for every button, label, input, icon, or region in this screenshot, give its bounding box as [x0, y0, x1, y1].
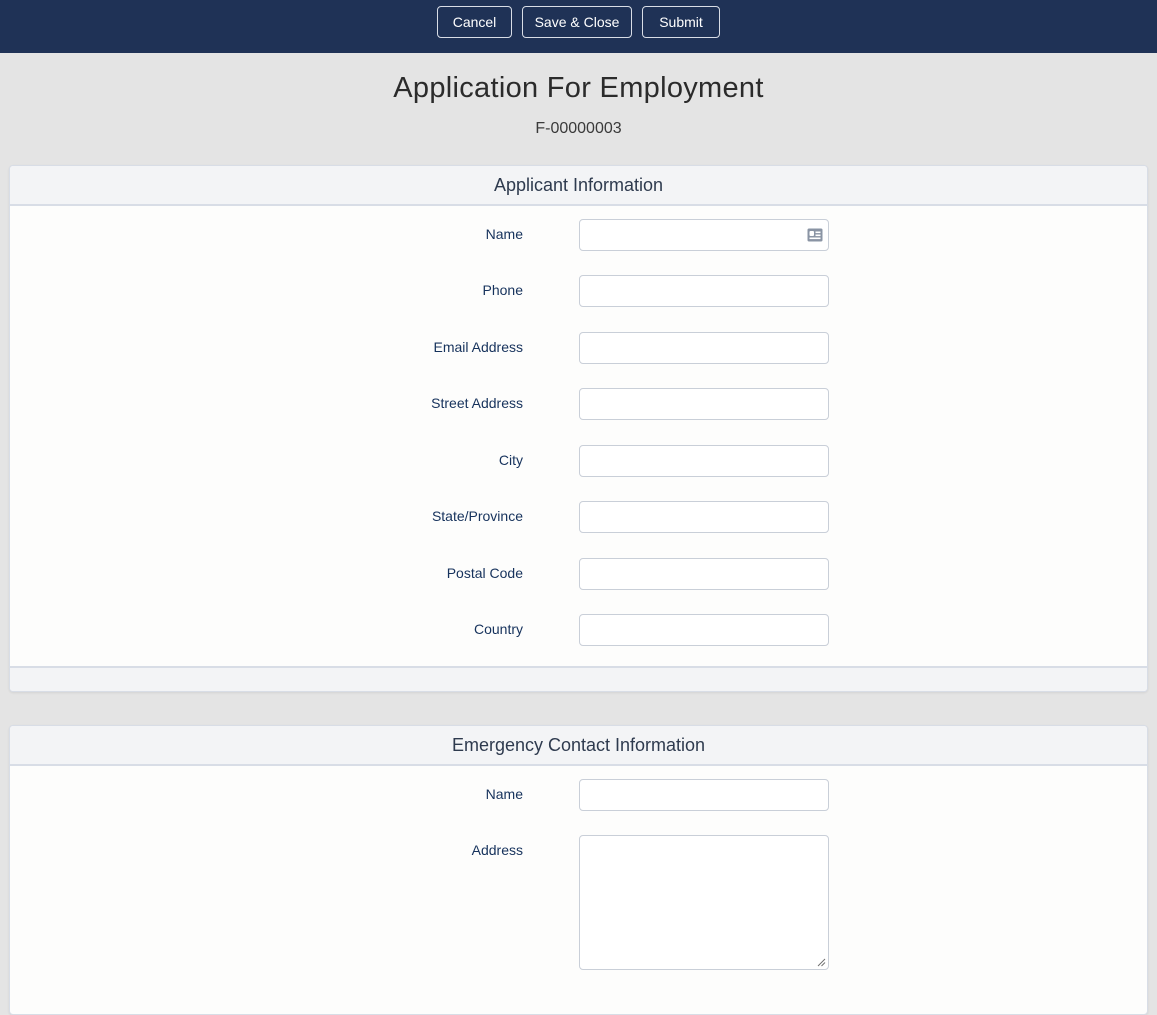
form-row-emergency-name: Name — [10, 779, 1147, 811]
form-row-country: Country — [10, 614, 1147, 646]
section-footer — [10, 666, 1147, 691]
form-row-emergency-address: Address — [10, 835, 1147, 970]
field-label: City — [498, 452, 523, 468]
section-header: Applicant Information — [10, 166, 1147, 206]
email-field[interactable] — [579, 332, 829, 364]
field-label: Name — [485, 226, 523, 242]
field-label: Street Address — [431, 395, 523, 411]
form-row-email: Email Address — [10, 332, 1147, 364]
cancel-button[interactable]: Cancel — [437, 6, 512, 38]
applicant-information-section: Applicant Information Name Phone Email A… — [9, 165, 1148, 692]
emergency-name-field[interactable] — [579, 779, 829, 811]
field-label: Postal Code — [446, 565, 523, 581]
phone-field[interactable] — [579, 275, 829, 307]
save-close-button[interactable]: Save & Close — [522, 6, 632, 38]
street-address-field[interactable] — [579, 388, 829, 420]
state-province-field[interactable] — [579, 501, 829, 533]
form-row-street-address: Street Address — [10, 388, 1147, 420]
form-row-state: State/Province — [10, 501, 1147, 533]
top-toolbar: Cancel Save & Close Submit — [0, 0, 1157, 53]
section-header: Emergency Contact Information — [10, 726, 1147, 766]
country-field[interactable] — [579, 614, 829, 646]
field-label: Phone — [482, 282, 523, 298]
page-title: Application For Employment — [393, 72, 764, 104]
form-row-phone: Phone — [10, 275, 1147, 307]
form-row-city: City — [10, 445, 1147, 477]
emergency-contact-section: Emergency Contact Information Name Addre… — [9, 725, 1148, 1015]
resize-handle-icon[interactable] — [817, 958, 826, 967]
field-label: Email Address — [433, 339, 523, 355]
city-field[interactable] — [579, 445, 829, 477]
form-row-name: Name — [10, 219, 1147, 251]
postal-code-field[interactable] — [579, 558, 829, 590]
record-id: F-00000003 — [535, 120, 622, 137]
field-label: Address — [471, 842, 523, 858]
emergency-address-textarea[interactable] — [579, 835, 829, 970]
field-label: Name — [485, 786, 523, 802]
field-label: State/Province — [431, 508, 523, 524]
form-row-postal-code: Postal Code — [10, 558, 1147, 590]
submit-button[interactable]: Submit — [642, 6, 720, 38]
name-field[interactable] — [579, 219, 829, 251]
field-label: Country — [473, 621, 523, 637]
contact-card-icon[interactable] — [807, 228, 823, 242]
